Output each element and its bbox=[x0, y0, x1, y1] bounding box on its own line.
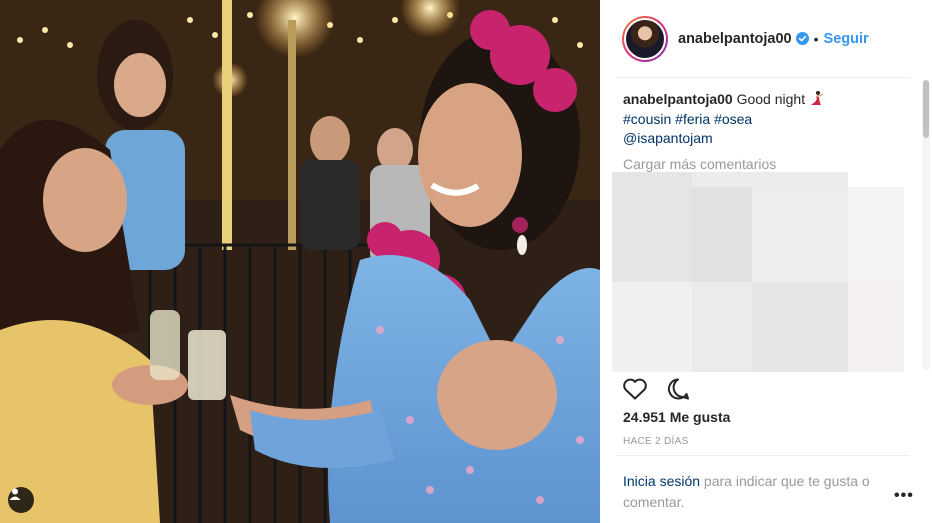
photo-scene bbox=[0, 0, 600, 523]
blurred-comments bbox=[612, 172, 904, 372]
hashtag-cousin[interactable]: #cousin bbox=[623, 111, 671, 127]
username-link[interactable]: anabelpantoja00 bbox=[678, 31, 792, 47]
verified-badge-icon bbox=[795, 32, 809, 45]
post-header: anabelpantoja00 • Seguir bbox=[600, 0, 932, 77]
heart-icon[interactable] bbox=[622, 377, 648, 401]
caption-text: Good night bbox=[736, 91, 806, 107]
post-sidebar: anabelpantoja00 • Seguir anabelpantoja00… bbox=[600, 0, 932, 523]
scrollbar-thumb[interactable] bbox=[923, 80, 929, 138]
mention-link[interactable]: @isapantojam bbox=[623, 129, 913, 149]
comment-icon[interactable] bbox=[666, 377, 690, 401]
bottom-divider bbox=[616, 455, 910, 456]
hashtag-feria[interactable]: #feria bbox=[675, 111, 710, 127]
caption-username[interactable]: anabelpantoja00 bbox=[623, 91, 733, 107]
more-options-button[interactable]: ••• bbox=[894, 487, 914, 505]
likes-count[interactable]: 24.951 Me gusta bbox=[623, 409, 730, 425]
post-timestamp[interactable]: HACE 2 DÍAS bbox=[623, 436, 689, 447]
comments-scrollbar[interactable] bbox=[922, 80, 930, 370]
flamenco-dancer-icon bbox=[809, 91, 825, 107]
follow-button[interactable]: Seguir bbox=[824, 31, 869, 47]
hashtag-osea[interactable]: #osea bbox=[714, 111, 752, 127]
action-bar bbox=[622, 377, 690, 401]
post-photo[interactable] bbox=[0, 0, 600, 523]
header-divider bbox=[616, 77, 910, 78]
person-tag-icon[interactable] bbox=[8, 487, 34, 513]
hashtag-link[interactable]: #cousin #feria #osea bbox=[623, 110, 913, 130]
caption: anabelpantoja00 Good night #cousin #feri… bbox=[623, 90, 913, 149]
separator-dot: • bbox=[813, 30, 819, 47]
login-prompt: Inicia sesión para indicar que te gusta … bbox=[623, 471, 898, 513]
comments-section: anabelpantoja00 Good night #cousin #feri… bbox=[623, 90, 913, 174]
avatar[interactable] bbox=[624, 17, 666, 60]
avatar-ring[interactable] bbox=[622, 15, 668, 62]
login-link[interactable]: Inicia sesión bbox=[623, 473, 700, 489]
